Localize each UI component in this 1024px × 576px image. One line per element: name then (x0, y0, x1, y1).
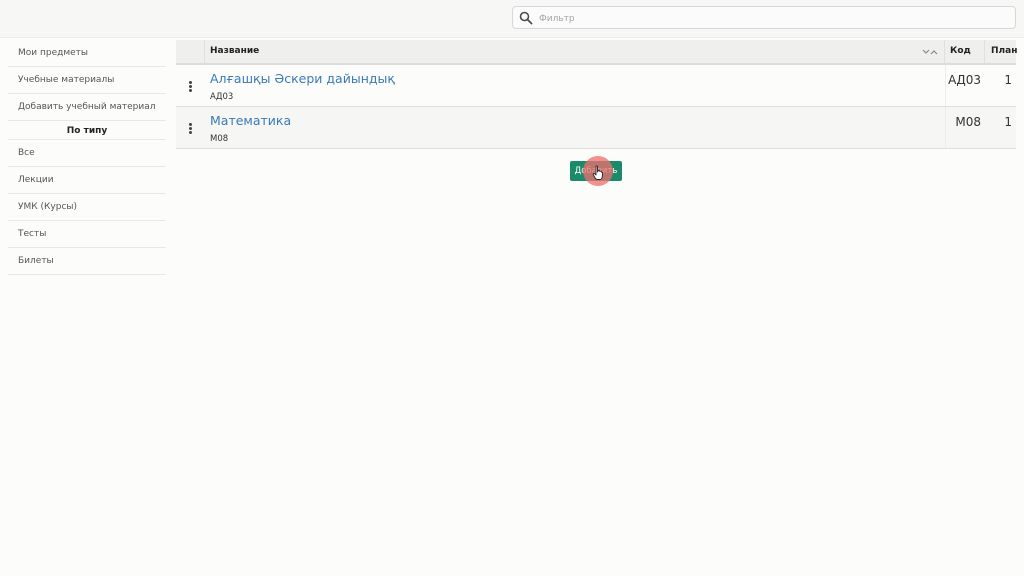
sidebar-item-all[interactable]: Все (8, 140, 166, 167)
row-name-cell: Математика М08 (210, 112, 940, 144)
sidebar-item-lectures[interactable]: Лекции (8, 167, 166, 194)
search-input[interactable] (537, 8, 1011, 29)
table-row: Математика М08 М08 1 (176, 107, 1016, 149)
search-box[interactable] (512, 6, 1016, 29)
search-icon (519, 11, 533, 25)
header-name-label: Название (210, 46, 260, 56)
sidebar-item-courses[interactable]: УМК (Курсы) (8, 194, 166, 221)
sort-icon[interactable] (922, 48, 938, 56)
subject-subcode: АД03 (210, 92, 234, 102)
kebab-menu-icon[interactable] (189, 123, 192, 134)
kebab-menu-icon[interactable] (189, 81, 192, 92)
row-code: АД03 (948, 73, 981, 87)
header-plan[interactable]: План (985, 40, 1017, 63)
row-name-cell: Алғашқы Әскери дайындық АД03 (210, 70, 940, 102)
header-menu-column (176, 40, 205, 63)
subject-link[interactable]: Математика (210, 112, 940, 129)
sidebar-item-tests[interactable]: Тесты (8, 221, 166, 248)
subjects-table: Название Код План Алғашқы Әскери дайынды… (176, 40, 1017, 149)
row-menu-cell (176, 107, 205, 148)
row-plan: 1 (1004, 73, 1012, 87)
row-code: М08 (955, 115, 981, 129)
subject-link[interactable]: Алғашқы Әскери дайындық (210, 70, 940, 87)
sidebar-item-learning-materials[interactable]: Учебные материалы (8, 67, 166, 94)
row-menu-cell (176, 65, 205, 106)
top-bar (0, 0, 1024, 38)
header-name[interactable]: Название (205, 40, 945, 63)
header-code[interactable]: Код (945, 40, 985, 63)
sidebar-section-header: По типу (8, 121, 166, 140)
sidebar: Мои предметы Учебные материалы Добавить … (8, 40, 166, 275)
sidebar-item-my-subjects[interactable]: Мои предметы (8, 40, 166, 67)
sidebar-item-tickets[interactable]: Билеты (8, 248, 166, 275)
table-header: Название Код План (176, 40, 1017, 65)
sidebar-item-add-material[interactable]: Добавить учебный материал (8, 94, 166, 121)
add-button[interactable]: Добавить (570, 161, 622, 181)
subject-subcode: М08 (210, 134, 229, 144)
row-plan: 1 (1004, 115, 1012, 129)
table-row: Алғашқы Әскери дайындық АД03 АД03 1 (176, 65, 1016, 107)
